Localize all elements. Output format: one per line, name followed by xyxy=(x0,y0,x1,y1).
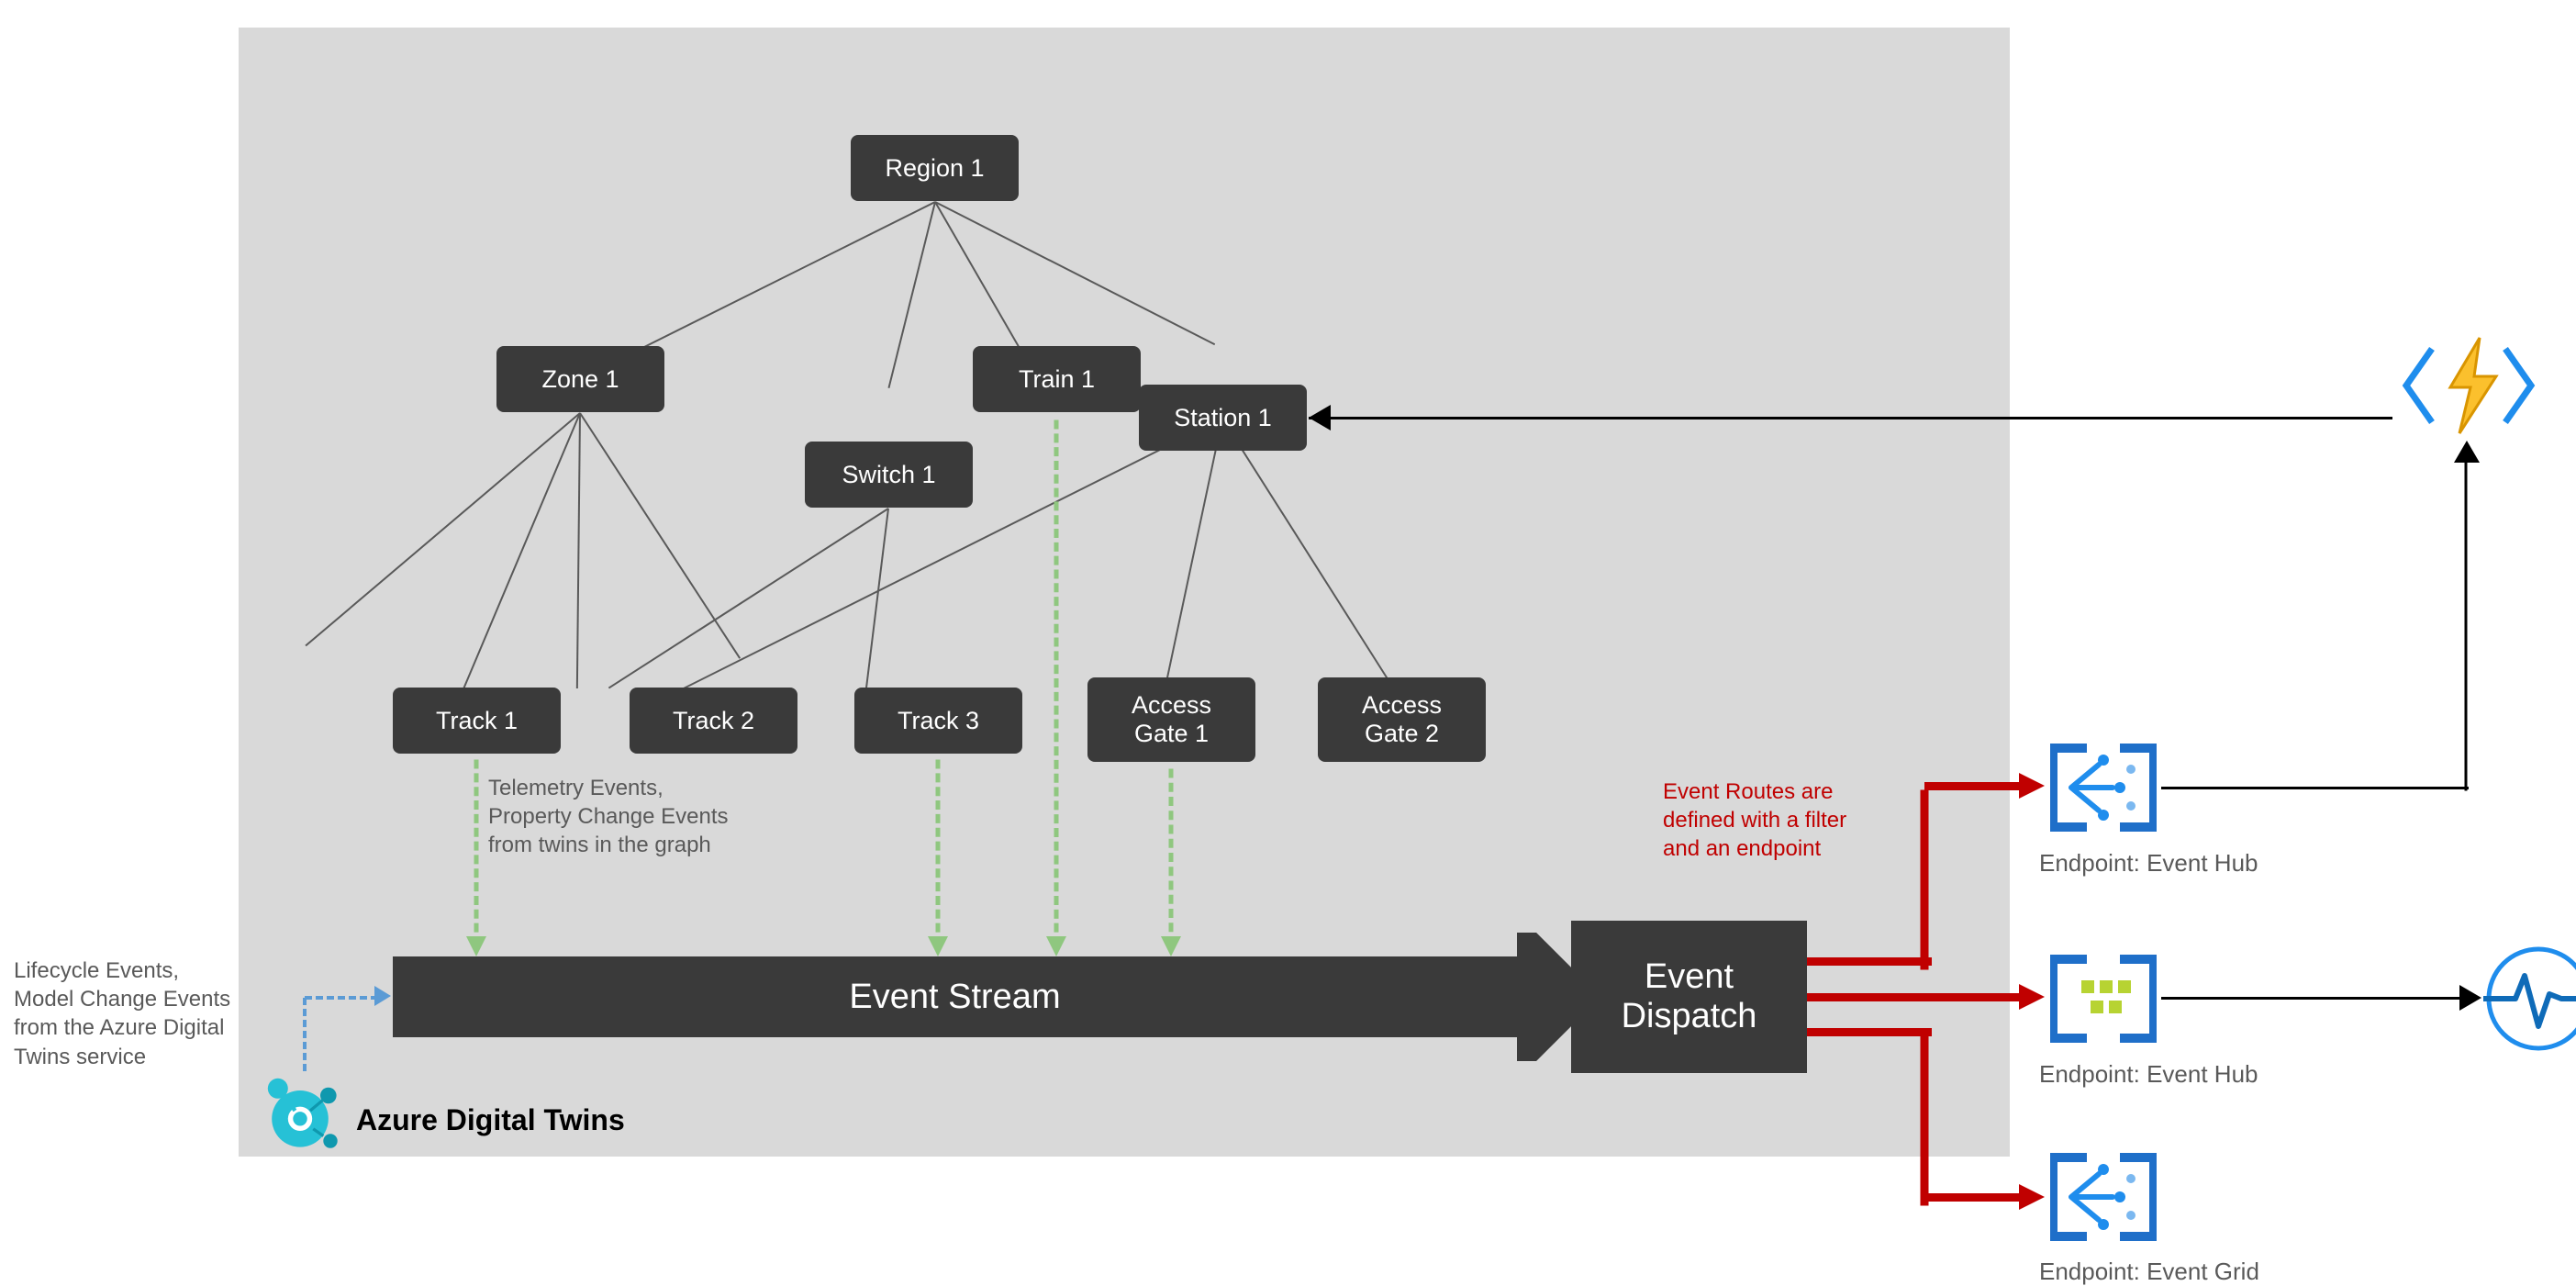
event-stream-bar: Event Stream xyxy=(393,956,1517,1037)
arrow-down-icon xyxy=(1046,936,1066,956)
event-hub-icon xyxy=(2048,944,2158,1054)
node-access-gate-1: Access Gate 1 xyxy=(1087,677,1255,762)
arrow-right-icon xyxy=(2459,985,2481,1011)
arrow-right-icon xyxy=(2019,1184,2045,1210)
arrow-right-icon xyxy=(2019,984,2045,1010)
endpoint-label: Endpoint: Event Hub xyxy=(2039,1060,2258,1089)
node-track-3: Track 3 xyxy=(854,688,1022,754)
node-switch-1: Switch 1 xyxy=(805,442,973,508)
lifecycle-event-connector xyxy=(305,996,378,1000)
endpoint-label: Endpoint: Event Grid xyxy=(2039,1258,2259,1286)
node-label: Region 1 xyxy=(885,154,984,183)
service-connector xyxy=(2161,997,2464,1000)
service-connector xyxy=(2161,787,2469,789)
node-track-2: Track 2 xyxy=(630,688,797,754)
node-label: Access Gate 2 xyxy=(1362,691,1442,748)
twin-event-arrow xyxy=(936,760,941,946)
arrow-down-icon xyxy=(928,936,948,956)
service-connector xyxy=(1309,417,2392,419)
event-route-connector xyxy=(1924,1193,2025,1202)
node-access-gate-2: Access Gate 2 xyxy=(1318,677,1486,762)
node-track-1: Track 1 xyxy=(393,688,561,754)
event-hub-icon xyxy=(2048,732,2158,843)
event-grid-icon xyxy=(2048,1142,2158,1252)
annotation-text: Event Routes are defined with a filter a… xyxy=(1663,779,1846,861)
annotation-text: Telemetry Events, Property Change Events… xyxy=(488,776,728,857)
arrow-left-icon xyxy=(1309,405,1331,431)
node-label: Access Gate 1 xyxy=(1132,691,1211,748)
azure-digital-twins-icon xyxy=(250,1060,351,1161)
arrow-right-icon xyxy=(374,986,391,1006)
event-route-connector xyxy=(1807,957,1932,966)
event-route-connector xyxy=(1807,993,2025,1001)
bar-label: Event Dispatch xyxy=(1622,957,1757,1036)
arrow-up-icon xyxy=(2454,441,2480,463)
node-label: Zone 1 xyxy=(541,365,619,394)
event-route-connector xyxy=(1921,790,1929,970)
twin-event-arrow xyxy=(474,760,479,946)
event-dispatch-bar: Event Dispatch xyxy=(1571,921,1807,1073)
bar-label: Event Stream xyxy=(849,978,1060,1017)
arrow-right-icon xyxy=(2019,773,2045,799)
node-label: Track 2 xyxy=(673,707,754,735)
node-label: Switch 1 xyxy=(842,461,935,489)
endpoint-label: Endpoint: Event Hub xyxy=(2039,849,2258,878)
node-label: Train 1 xyxy=(1019,365,1095,394)
node-station-1: Station 1 xyxy=(1139,385,1307,451)
node-label: Station 1 xyxy=(1174,404,1272,432)
azure-function-icon xyxy=(2395,330,2542,441)
event-route-connector xyxy=(1807,1028,1932,1036)
node-zone-1: Zone 1 xyxy=(496,346,664,412)
node-label: Track 3 xyxy=(898,707,979,735)
chevron-icon xyxy=(1517,933,1572,1061)
lifecycle-events-annotation: Lifecycle Events, Model Change Events fr… xyxy=(14,956,230,1071)
event-route-connector xyxy=(1924,782,2025,790)
arrow-down-icon xyxy=(1161,936,1181,956)
twin-event-arrow xyxy=(1169,769,1174,946)
event-routes-annotation: Event Routes are defined with a filter a… xyxy=(1663,777,1846,864)
node-train-1: Train 1 xyxy=(973,346,1141,412)
node-region-1: Region 1 xyxy=(851,135,1019,201)
twin-event-arrow xyxy=(1054,420,1059,946)
annotation-text: Lifecycle Events, Model Change Events fr… xyxy=(14,958,230,1069)
node-label: Track 1 xyxy=(436,707,518,735)
pulse-icon xyxy=(2483,944,2576,1054)
service-connector xyxy=(2465,463,2468,791)
event-route-connector xyxy=(1921,1033,1929,1206)
arrow-down-icon xyxy=(466,936,486,956)
telemetry-events-annotation: Telemetry Events, Property Change Events… xyxy=(488,774,728,860)
azure-digital-twins-label: Azure Digital Twins xyxy=(356,1103,625,1137)
